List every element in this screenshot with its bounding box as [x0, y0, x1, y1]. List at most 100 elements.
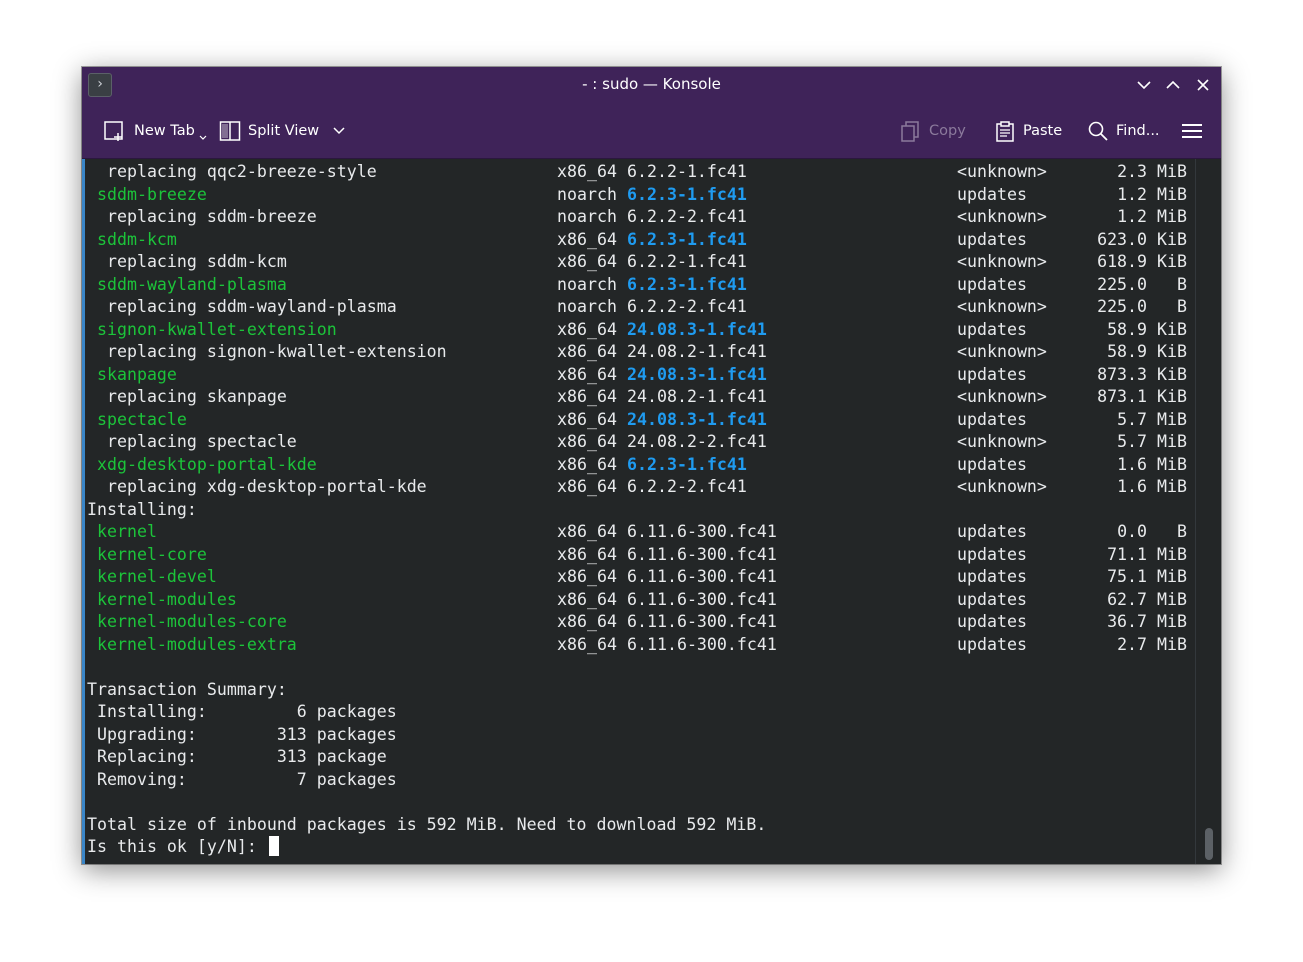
- package-arch: x86_64: [557, 387, 617, 406]
- package-name: Removing: 7 packages: [87, 769, 397, 789]
- package-name: skanpage: [87, 364, 177, 384]
- scrollbar[interactable]: [1195, 159, 1221, 864]
- package-size: 623.0 KiB: [1097, 229, 1187, 249]
- paste-icon: [996, 121, 1014, 142]
- package-repo: updates: [957, 184, 1027, 204]
- package-arch: x86_64: [557, 364, 617, 384]
- package-size: 5.7 MiB: [1117, 409, 1187, 429]
- close-button[interactable]: [1191, 73, 1215, 97]
- package-size: 62.7 MiB: [1107, 589, 1187, 609]
- package-size: 225.0 B: [1097, 297, 1187, 316]
- package-name: replacing xdg-desktop-portal-kde: [87, 477, 427, 496]
- chevron-down-icon: [333, 127, 345, 135]
- package-size: 36.7 MiB: [1107, 612, 1187, 631]
- package-name: sddm-breeze: [87, 184, 207, 204]
- package-size: 2.3 MiB: [1117, 162, 1187, 181]
- find-button[interactable]: Find...: [1087, 117, 1160, 145]
- close-icon: [1197, 79, 1209, 91]
- package-name: kernel-devel: [87, 567, 217, 586]
- package-repo: updates: [957, 319, 1027, 339]
- package-arch: x86_64: [557, 252, 617, 271]
- minimize-button[interactable]: [1132, 73, 1156, 97]
- new-tab-button[interactable]: New Tab: [103, 117, 207, 145]
- package-size: 1.6 MiB: [1117, 477, 1187, 496]
- package-repo: <unknown>: [957, 342, 1047, 361]
- split-view-button[interactable]: Split View: [219, 117, 346, 145]
- package-size: 873.1 KiB: [1097, 387, 1187, 406]
- terminal-line: kernel-core x86_64 6.11.6-300.fc41 updates 7…: [87, 544, 1195, 567]
- terminal-line: replacing spectacle x86_64 24.08.2-2.fc41 <…: [87, 431, 1195, 454]
- package-name: Transaction Summary:: [87, 679, 287, 699]
- package-name: Replacing: 313 package: [87, 747, 387, 766]
- package-version: 6.11.6-300.fc41: [627, 567, 777, 586]
- terminal-line: Total size of inbound packages is 592 Mi…: [87, 814, 1195, 837]
- terminal-line: xdg-desktop-portal-kde x86_64 6.2.3-1.fc41…: [87, 454, 1195, 477]
- package-name: Upgrading: 313 packages: [87, 724, 397, 744]
- package-repo: <unknown>: [957, 297, 1047, 316]
- package-version: 6.11.6-300.fc41: [627, 589, 777, 609]
- package-size: 618.9 KiB: [1097, 252, 1187, 271]
- terminal-line: kernel-modules-core x86_64 6.11.6-300.fc41…: [87, 611, 1195, 634]
- package-arch: x86_64: [557, 522, 617, 541]
- package-arch: x86_64: [557, 409, 617, 429]
- scrollbar-thumb[interactable]: [1205, 828, 1213, 860]
- terminal-line: replacing sddm-wayland-plasma noarch 6.2.2…: [87, 296, 1195, 319]
- new-tab-label: New Tab: [134, 123, 195, 139]
- text-cursor: [268, 836, 279, 856]
- package-name: kernel: [87, 522, 157, 541]
- package-version: 6.11.6-300.fc41: [627, 544, 777, 564]
- prompt-line[interactable]: Is this ok [y/N]:: [87, 836, 1195, 859]
- package-repo: updates: [957, 522, 1027, 541]
- package-arch: x86_64: [557, 162, 617, 181]
- package-name: replacing skanpage: [87, 387, 287, 406]
- package-version: 6.2.2-2.fc41: [627, 297, 747, 316]
- package-repo: updates: [957, 567, 1027, 586]
- terminal-line: sddm-breeze noarch 6.2.3-1.fc41 updates 1.2 …: [87, 184, 1195, 207]
- package-size: 873.3 KiB: [1097, 364, 1187, 384]
- toolbar: New Tab Split View Copy Paste Find...: [82, 103, 1221, 159]
- package-arch: noarch: [557, 184, 617, 204]
- package-version: 6.2.2-2.fc41: [627, 477, 747, 496]
- package-version: 24.08.3-1.fc41: [627, 364, 767, 384]
- package-arch: x86_64: [557, 567, 617, 586]
- package-size: 1.6 MiB: [1117, 454, 1187, 474]
- terminal-line: replacing skanpage x86_64 24.08.2-1.fc41 <u…: [87, 386, 1195, 409]
- package-version: 6.11.6-300.fc41: [627, 522, 777, 541]
- package-name: kernel-core: [87, 544, 207, 564]
- hamburger-menu-button[interactable]: [1181, 117, 1203, 145]
- package-version: 24.08.2-1.fc41: [627, 387, 767, 406]
- paste-button[interactable]: Paste: [994, 117, 1062, 145]
- hamburger-menu-icon: [1182, 124, 1202, 138]
- package-size: 75.1 MiB: [1107, 567, 1187, 586]
- package-size: 1.2 MiB: [1117, 184, 1187, 204]
- maximize-button[interactable]: [1161, 73, 1185, 97]
- package-version: 24.08.2-2.fc41: [627, 432, 767, 451]
- terminal-line: Upgrading: 313 packages: [87, 724, 1195, 747]
- package-repo: <unknown>: [957, 252, 1047, 271]
- package-version: 6.2.3-1.fc41: [627, 229, 747, 249]
- window-title: - : sudo — Konsole: [582, 75, 721, 93]
- package-arch: x86_64: [557, 477, 617, 496]
- package-repo: <unknown>: [957, 477, 1047, 496]
- package-repo: updates: [957, 612, 1027, 631]
- terminal-line: sddm-wayland-plasma noarch 6.2.3-1.fc41 upd…: [87, 274, 1195, 297]
- copy-button[interactable]: Copy: [900, 117, 966, 145]
- package-repo: updates: [957, 634, 1027, 654]
- terminal-line: kernel-devel x86_64 6.11.6-300.fc41 updates…: [87, 566, 1195, 589]
- terminal-line: Removing: 7 packages: [87, 769, 1195, 792]
- title-bar[interactable]: › - : sudo — Konsole: [82, 67, 1221, 103]
- package-arch: x86_64: [557, 634, 617, 654]
- package-size: 5.7 MiB: [1117, 432, 1187, 451]
- terminal-line: replacing sddm-kcm x86_64 6.2.2-1.fc41 <unk…: [87, 251, 1195, 274]
- package-size: 1.2 MiB: [1117, 207, 1187, 226]
- package-arch: x86_64: [557, 229, 617, 249]
- package-size: 2.7 MiB: [1117, 634, 1187, 654]
- package-arch: noarch: [557, 207, 617, 226]
- package-name: replacing qqc2-breeze-style: [87, 162, 377, 181]
- package-version: 6.11.6-300.fc41: [627, 612, 777, 631]
- terminal-view[interactable]: replacing qqc2-breeze-style x86_64 6.2.2-1…: [82, 159, 1195, 864]
- find-label: Find...: [1116, 123, 1160, 139]
- package-name: kernel-modules: [87, 589, 237, 609]
